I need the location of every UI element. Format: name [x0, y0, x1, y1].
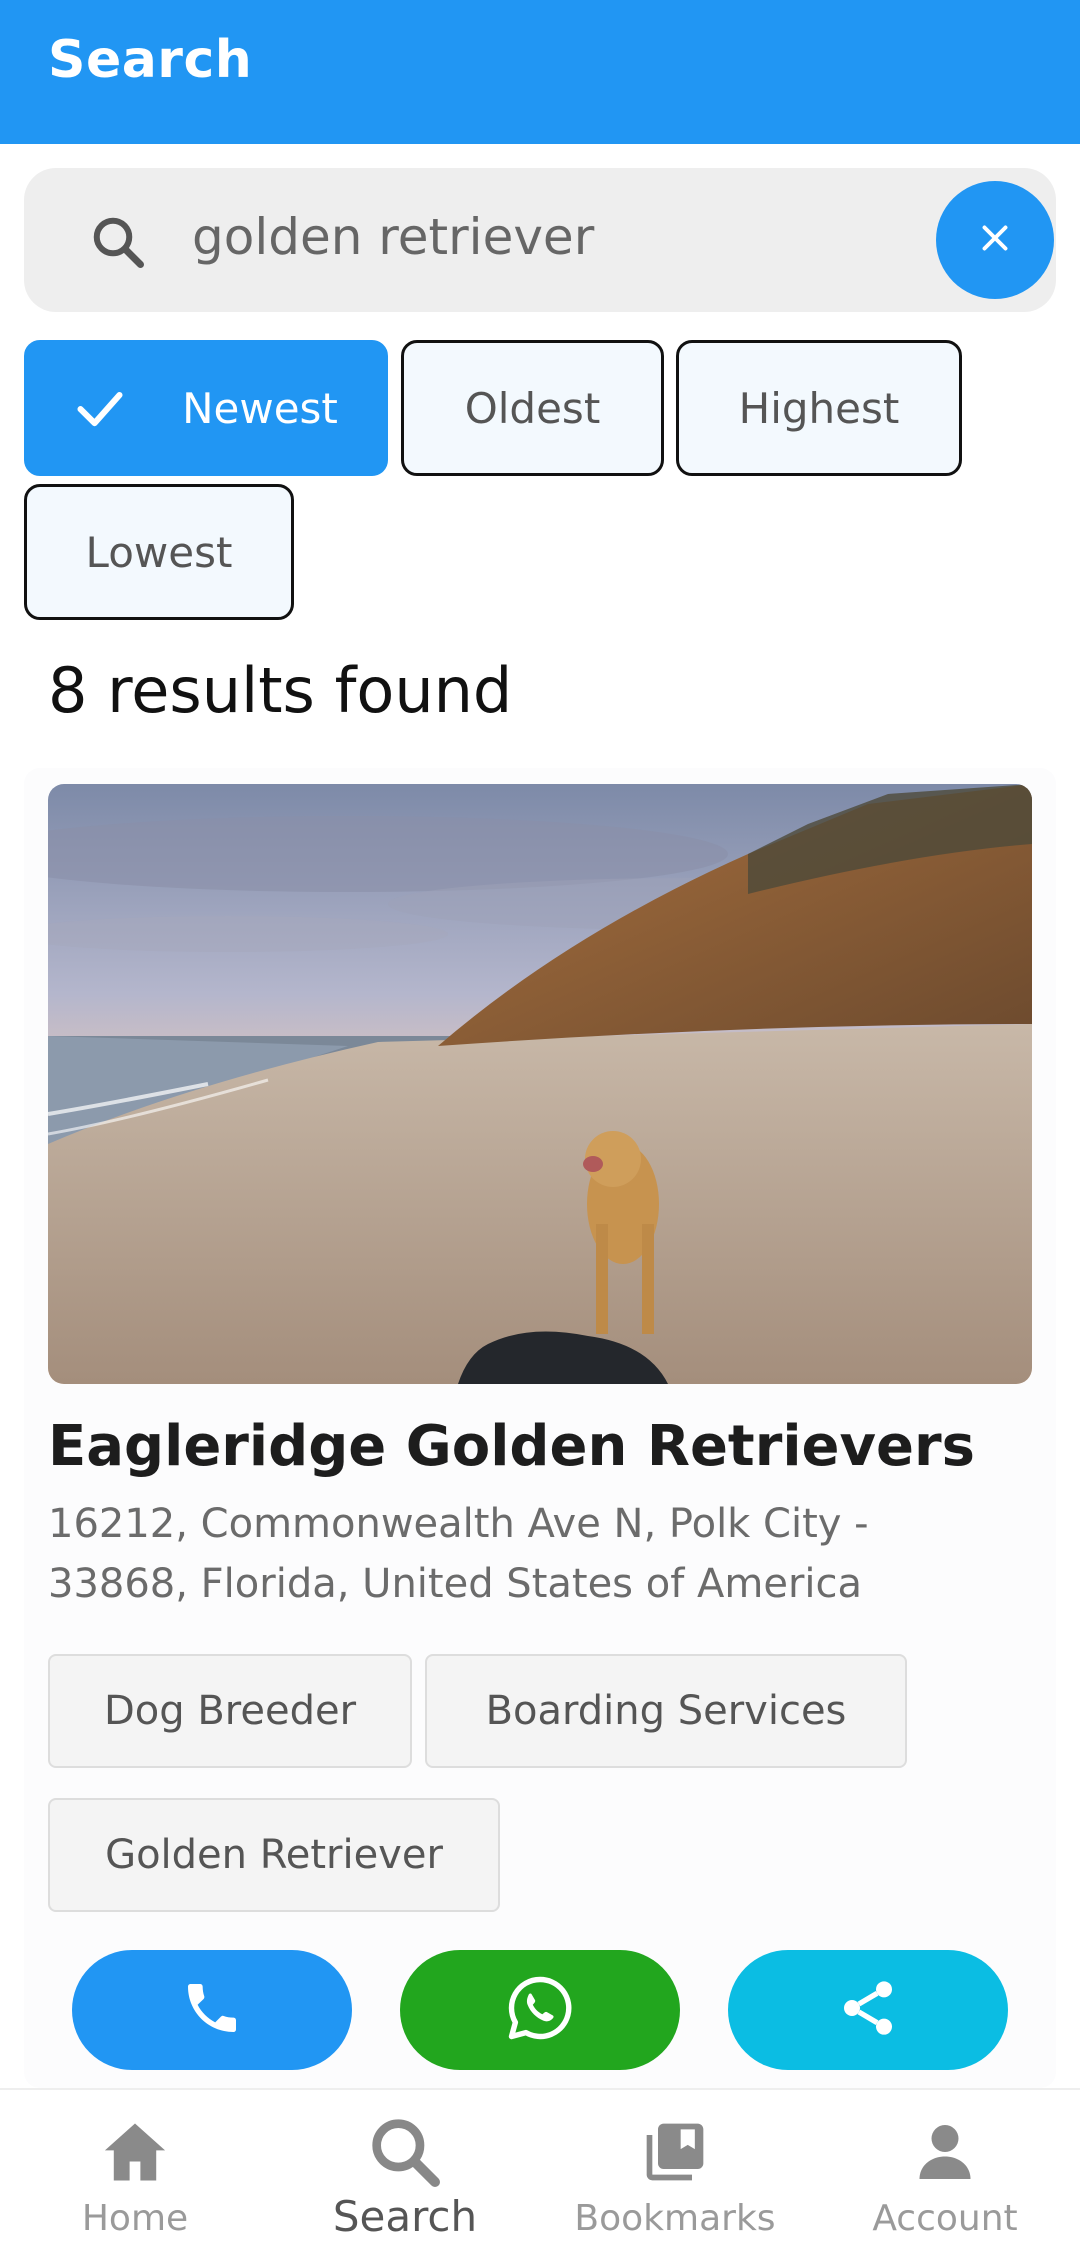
nav-label: Search: [332, 2192, 478, 2241]
nav-item-search[interactable]: Search: [270, 2090, 540, 2250]
phone-icon: [180, 1976, 244, 2044]
nav-label: Account: [872, 2198, 1018, 2239]
search-bar[interactable]: golden retriever: [24, 168, 1056, 312]
call-button[interactable]: [72, 1950, 352, 2070]
home-icon: [95, 2112, 175, 2192]
bookmarks-icon: [635, 2112, 715, 2192]
listing-photo: [48, 784, 1032, 1384]
sort-chip-newest[interactable]: Newest: [24, 340, 388, 476]
share-button[interactable]: [728, 1950, 1008, 2070]
nav-label: Bookmarks: [574, 2198, 776, 2239]
clear-search-button[interactable]: [936, 181, 1054, 299]
listing-address: 16212, Commonwealth Ave N, Polk City - 3…: [48, 1501, 869, 1607]
sort-chip-label: Oldest: [464, 383, 601, 433]
category-tag: Boarding Services: [425, 1654, 907, 1768]
bottom-navigation: Home Search Bookmarks Account: [0, 2088, 1080, 2250]
tag-label: Dog Breeder: [103, 1688, 357, 1734]
search-icon: [365, 2112, 445, 2192]
sort-chip-label: Highest: [738, 383, 900, 433]
listing-name[interactable]: Eagleridge Golden Retrievers: [48, 1414, 1038, 1479]
results-count: 8 results found: [48, 654, 513, 727]
tag-label: Boarding Services: [485, 1688, 847, 1734]
nav-item-home[interactable]: Home: [0, 2090, 270, 2250]
sort-chip-lowest[interactable]: Lowest: [24, 484, 294, 620]
sort-chip-label: Newest: [182, 383, 338, 433]
whatsapp-icon: [504, 1972, 576, 2048]
nav-item-bookmarks[interactable]: Bookmarks: [540, 2090, 810, 2250]
account-icon: [905, 2112, 985, 2192]
share-icon: [836, 1976, 900, 2044]
sort-chip-highest[interactable]: Highest: [676, 340, 962, 476]
check-icon: [74, 382, 126, 434]
nav-item-account[interactable]: Account: [810, 2090, 1080, 2250]
search-icon: [88, 212, 148, 272]
whatsapp-button[interactable]: [400, 1950, 680, 2070]
category-tag: Dog Breeder: [48, 1654, 412, 1768]
app-bar: Search: [0, 0, 1080, 144]
page-title: Search: [48, 30, 253, 90]
listing-card[interactable]: Eagleridge Golden Retrievers 16212, Comm…: [24, 768, 1056, 2088]
category-tag: Golden Retriever: [48, 1798, 500, 1912]
tag-label: Golden Retriever: [105, 1832, 443, 1878]
close-icon: [977, 220, 1013, 260]
nav-label: Home: [81, 2198, 189, 2239]
sort-chip-oldest[interactable]: Oldest: [401, 340, 664, 476]
sort-chip-label: Lowest: [85, 527, 233, 577]
search-input[interactable]: golden retriever: [192, 208, 892, 266]
